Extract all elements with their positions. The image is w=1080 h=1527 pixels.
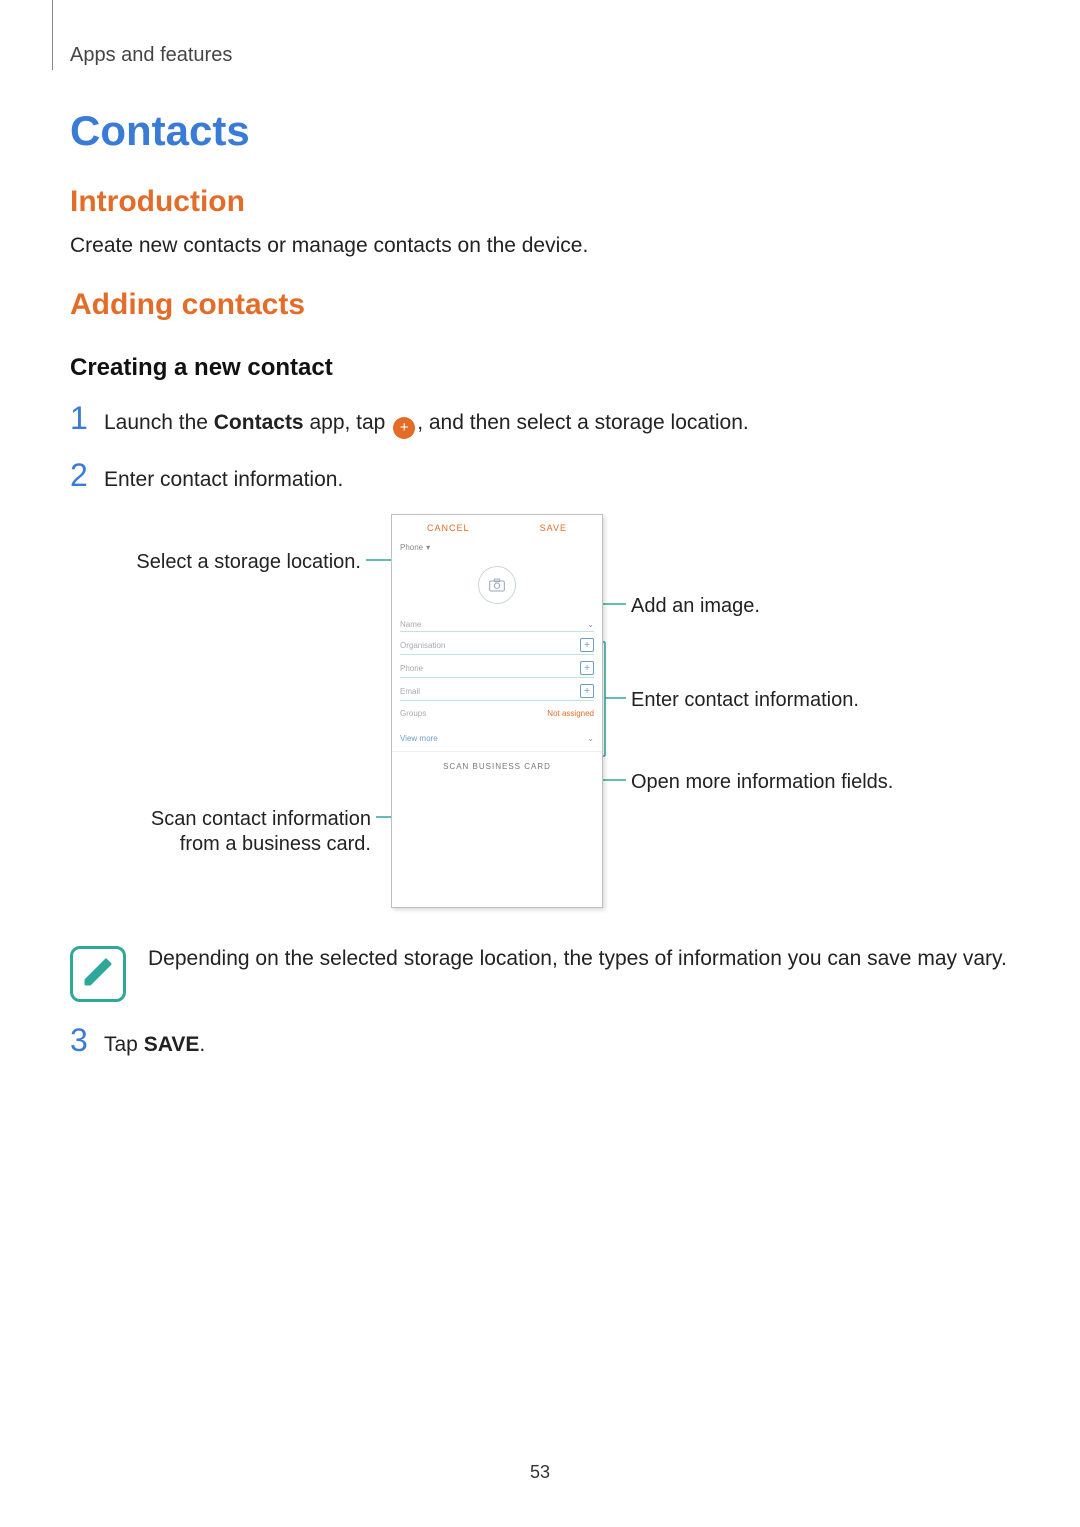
note-text: Depending on the selected storage locati… [148, 944, 1007, 974]
text: , and then select a storage location. [417, 411, 749, 434]
field-email[interactable]: Email + [400, 678, 594, 701]
subsection-creating: Creating a new contact [70, 354, 1010, 382]
save-button[interactable]: SAVE [540, 523, 567, 533]
step-2: 2 Enter contact information. [70, 457, 1010, 494]
field-organisation[interactable]: Organisation + [400, 632, 594, 655]
field-label: Groups [400, 709, 426, 718]
callout-scan: Scan contact information from a business… [111, 807, 371, 857]
text: Tap [104, 1033, 144, 1056]
text: Launch the [104, 411, 214, 434]
avatar-button[interactable] [478, 566, 516, 604]
text: app, tap [304, 411, 392, 434]
storage-label: Phone [400, 543, 423, 552]
note-icon [70, 946, 126, 1002]
step-number: 1 [70, 400, 104, 437]
storage-selector[interactable]: Phone ▾ [392, 539, 602, 558]
breadcrumb: Apps and features [70, 44, 1010, 67]
groups-value: Not assigned [547, 709, 594, 718]
margin-guide [52, 0, 53, 70]
step-3: 3 Tap SAVE. [70, 1022, 1010, 1059]
page-title: Contacts [70, 107, 1010, 155]
chevron-down-icon: ⌄ [587, 734, 594, 743]
field-name[interactable]: Name ⌄ [400, 614, 594, 632]
step-number: 2 [70, 457, 104, 494]
add-icon: + [393, 417, 415, 439]
figure-new-contact: Select a storage location. Scan contact … [111, 514, 951, 914]
camera-icon [489, 578, 505, 592]
callout-image: Add an image. [631, 594, 760, 619]
intro-text: Create new contacts or manage contacts o… [70, 231, 1010, 260]
callout-storage: Select a storage location. [111, 550, 361, 575]
page-number: 53 [0, 1462, 1080, 1483]
field-label: Organisation [400, 641, 445, 650]
section-introduction: Introduction [70, 185, 1010, 219]
callout-info: Enter contact information. [631, 688, 859, 713]
callout-more: Open more information fields. [631, 770, 893, 795]
step-number: 3 [70, 1022, 104, 1059]
step-1: 1 Launch the Contacts app, tap +, and th… [70, 400, 1010, 439]
field-phone[interactable]: Phone + [400, 655, 594, 678]
add-field-icon[interactable]: + [580, 638, 594, 652]
step-body: Enter contact information. [104, 465, 343, 494]
save-label: SAVE [144, 1033, 200, 1056]
view-more-label: View more [400, 734, 438, 743]
note: Depending on the selected storage locati… [70, 944, 1010, 1002]
field-groups[interactable]: Groups Not assigned [400, 701, 594, 726]
section-adding: Adding contacts [70, 288, 1010, 322]
view-more[interactable]: View more ⌄ [400, 726, 594, 751]
field-label: Phone [400, 664, 423, 673]
cancel-button[interactable]: CANCEL [427, 523, 470, 533]
contacts-app-name: Contacts [214, 411, 304, 434]
screenshot-new-contact: CANCEL SAVE Phone ▾ Name ⌄ Organisation [391, 514, 603, 908]
chevron-down-icon: ▾ [426, 543, 430, 552]
add-field-icon[interactable]: + [580, 661, 594, 675]
step-body: Launch the Contacts app, tap +, and then… [104, 408, 749, 439]
field-label: Name [400, 620, 421, 629]
step-body: Tap SAVE. [104, 1030, 205, 1059]
chevron-down-icon: ⌄ [587, 620, 594, 629]
scan-business-card[interactable]: SCAN BUSINESS CARD [392, 751, 602, 781]
field-label: Email [400, 687, 420, 696]
text: . [199, 1033, 205, 1056]
add-field-icon[interactable]: + [580, 684, 594, 698]
